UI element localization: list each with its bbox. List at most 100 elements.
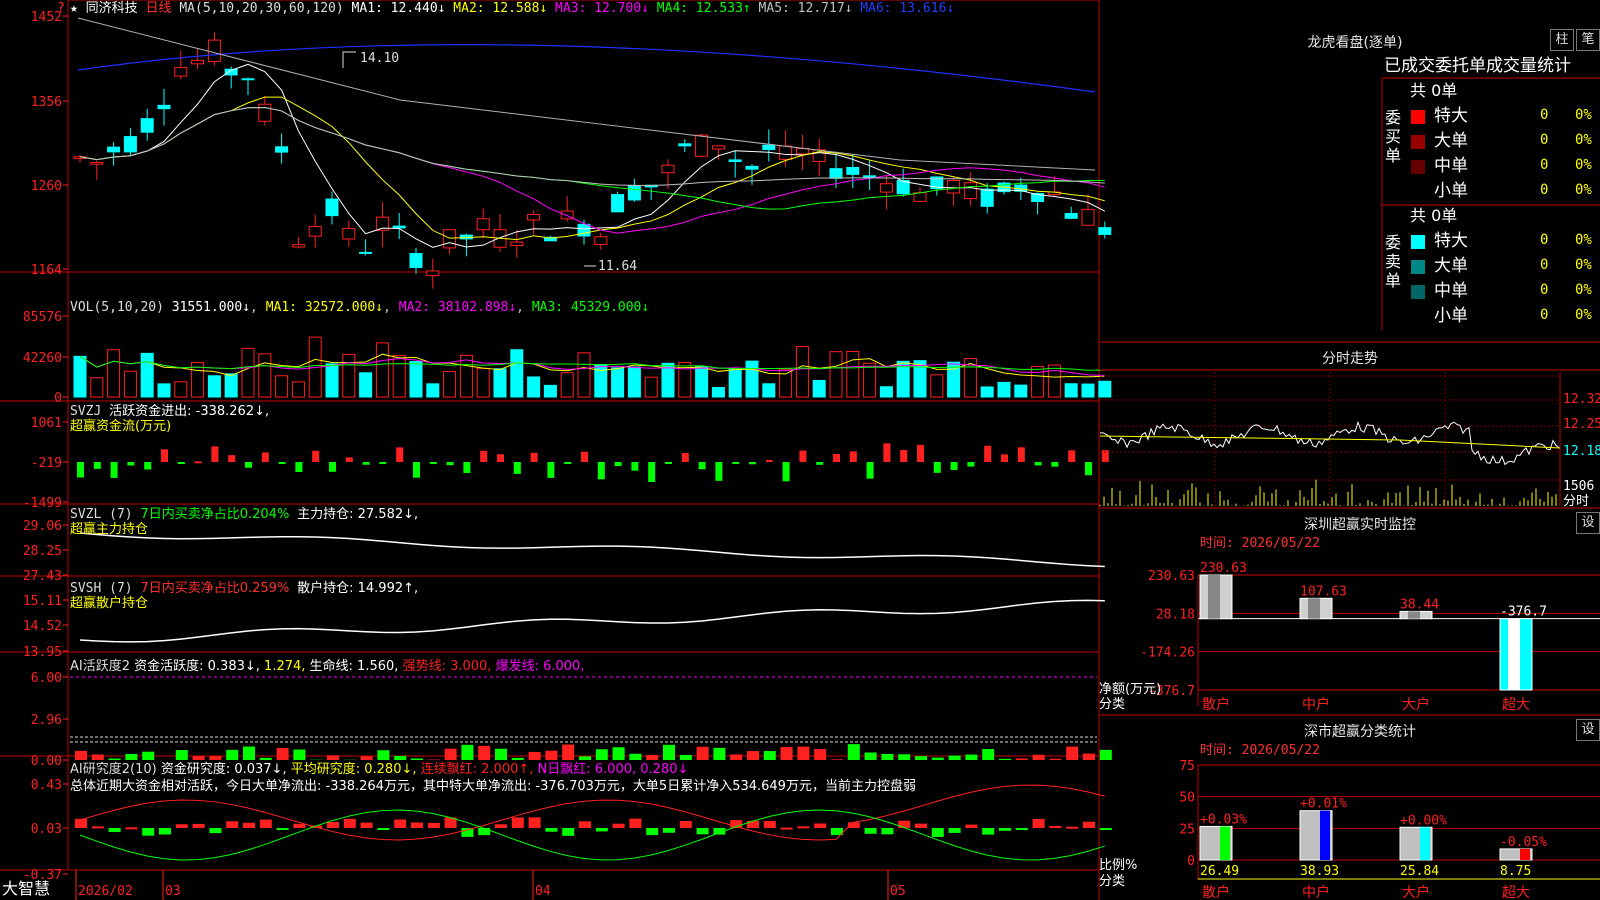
research-bar	[814, 823, 827, 828]
order-percent: 0%	[1575, 257, 1592, 273]
activity-bar	[91, 754, 104, 760]
volume-bar	[577, 352, 591, 398]
period-label[interactable]: 日线	[146, 1, 172, 16]
volume-bar	[224, 373, 238, 398]
ma6-line	[77, 44, 1096, 93]
longhu-tabs: 已成交委托单成交量统计	[1384, 56, 1571, 76]
volume-bar	[157, 383, 171, 398]
research-bar	[629, 818, 642, 828]
research-bar	[142, 828, 155, 836]
volume-bar	[627, 366, 641, 398]
x-axis-date: 2026/02	[78, 884, 133, 899]
ai1-l2: 1.274,	[264, 659, 306, 674]
x-axis-date: 05	[890, 884, 906, 899]
candle-body	[510, 241, 524, 247]
candle-body	[291, 244, 305, 248]
order-size-swatch	[1411, 285, 1425, 299]
sz-monitor-title: 深圳超赢实时监控	[1304, 517, 1416, 533]
activity-bar	[259, 757, 272, 760]
svsh-desc2: 散户持仓: 14.992↑,	[297, 581, 419, 596]
svzl-header: SVZL (7) 7日内买卖净占比0.204% 主力持仓: 27.582↓,	[70, 507, 418, 522]
activity-bar	[814, 749, 827, 760]
activity-bar	[192, 756, 205, 760]
order-count: 0	[1540, 182, 1549, 198]
fund-flow-bar	[900, 450, 908, 462]
candle-body	[359, 251, 373, 254]
tab-volume-stats[interactable]: 成交量统计	[1486, 56, 1571, 76]
candle-body	[829, 168, 843, 179]
fund-flow-bar	[866, 462, 874, 479]
research-bar	[360, 822, 373, 828]
research-bar	[293, 823, 306, 828]
research-bar	[545, 828, 558, 832]
order-size-name: 大单	[1434, 256, 1468, 276]
research-bar	[915, 823, 927, 828]
activity-bar	[293, 749, 306, 760]
research-bar	[377, 828, 390, 830]
research-bar	[243, 822, 255, 828]
research-bar	[612, 823, 625, 828]
candle-body	[140, 118, 154, 133]
sz-class-settings-button[interactable]: 设	[1576, 719, 1600, 741]
help-icon[interactable]: ?	[57, 1, 65, 16]
research-bar	[982, 828, 995, 835]
class-bar-accent	[1520, 848, 1530, 860]
svzl-sub: 超赢主力持仓	[70, 522, 149, 537]
activity-bar	[780, 747, 793, 760]
fund-flow-bar	[261, 452, 269, 462]
fund-flow-bar	[429, 462, 437, 464]
candle-body	[174, 67, 188, 77]
research-bar	[679, 821, 692, 828]
volume-bar	[325, 363, 339, 398]
fund-flow-bar	[765, 460, 773, 463]
activity-bar	[125, 753, 138, 760]
order-size-swatch	[1411, 260, 1425, 274]
ma-line	[79, 106, 1105, 186]
research-bar	[948, 828, 961, 833]
candle-body	[275, 146, 289, 153]
volume-bar	[930, 374, 944, 398]
volume-bar	[90, 377, 104, 398]
volume-bar	[73, 355, 87, 398]
minute-title: 分时走势	[1322, 351, 1378, 367]
star-icon[interactable]: ★	[70, 1, 78, 16]
activity-bar	[75, 750, 87, 760]
order-count: 0	[1540, 257, 1549, 273]
buy-side-label: 委买单	[1385, 108, 1402, 165]
vol-ma1: MA1: 32572.000↓	[265, 300, 384, 315]
order-percent: 0%	[1575, 157, 1592, 173]
research-bar	[763, 820, 776, 828]
candle-body	[342, 227, 356, 240]
candle-body	[795, 148, 809, 155]
fund-flow-bar	[530, 452, 538, 462]
research-bar	[209, 828, 222, 834]
x-axis-date: 04	[535, 884, 551, 899]
volume-bar	[107, 349, 121, 398]
volume-bar	[695, 366, 709, 398]
ai2-tick: 0.03	[31, 822, 62, 837]
fund-flow-bar	[631, 462, 639, 471]
tick-mode-button[interactable]: 笔	[1576, 29, 1600, 51]
sz-monitor-settings-button[interactable]: 设	[1576, 512, 1600, 534]
candle-body	[594, 236, 608, 245]
class-tick: 50	[1179, 791, 1195, 806]
order-percent: 0%	[1575, 282, 1592, 298]
tab-filled[interactable]: 已成交	[1384, 56, 1435, 76]
activity-bar	[175, 750, 188, 760]
order-size-name: 小单	[1434, 306, 1468, 326]
monitor-bar-label: 38.44	[1400, 597, 1439, 612]
research-bar	[898, 820, 911, 828]
research-bar	[562, 828, 575, 836]
candle-body	[711, 145, 725, 150]
fund-flow-bar	[715, 462, 723, 481]
ai2-l1: 资金研究度: 0.037↓,	[160, 762, 287, 777]
volume-bar	[527, 376, 541, 398]
volume-bar	[1098, 380, 1112, 398]
ma6-value: MA6: 13.616↓	[860, 1, 955, 16]
volume-bar	[123, 370, 137, 398]
tab-orders[interactable]: 委托单	[1435, 56, 1486, 76]
fund-flow-bar	[1068, 450, 1076, 462]
sz-class-xlabel: 分类	[1099, 874, 1126, 889]
candle-body	[1064, 213, 1078, 219]
bar-mode-button[interactable]: 柱	[1550, 29, 1574, 51]
